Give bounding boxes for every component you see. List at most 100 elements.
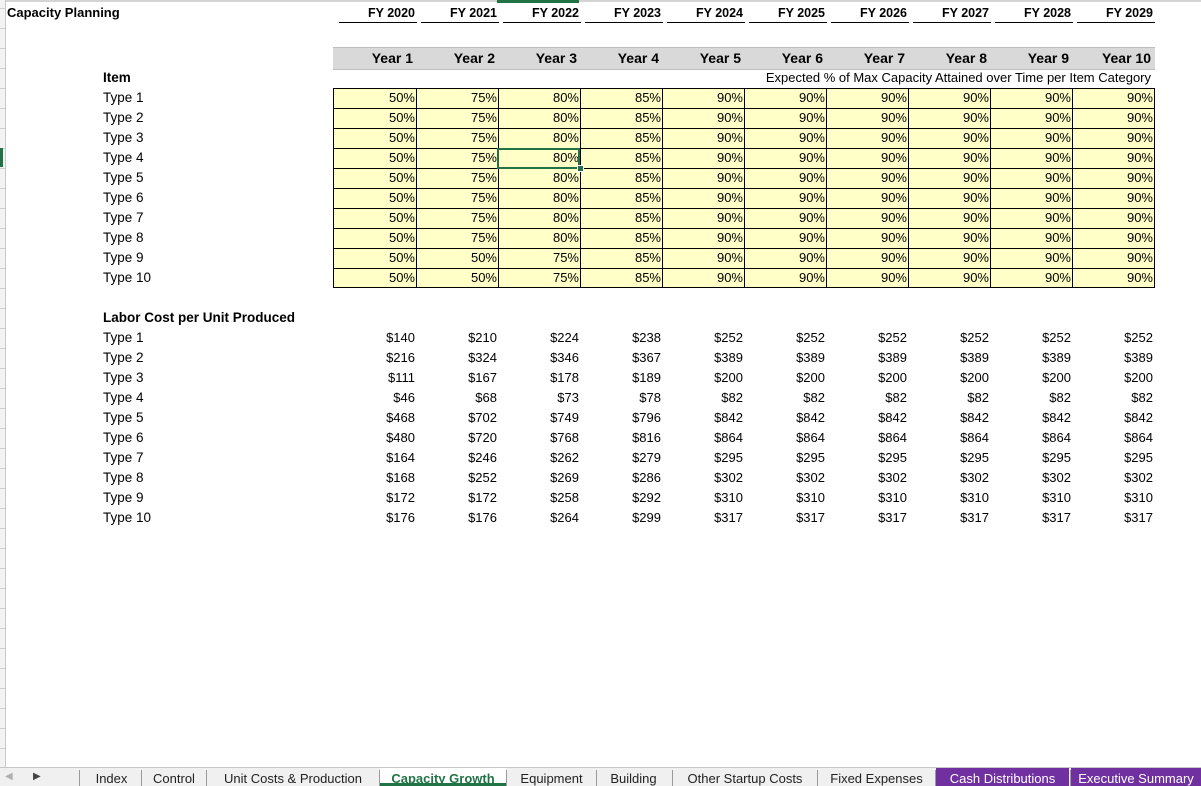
labor-cost-cell[interactable]: $702 (417, 408, 497, 428)
labor-cost-cell[interactable]: $864 (1073, 428, 1153, 448)
capacity-percent-cell[interactable]: 90% (991, 168, 1071, 188)
labor-row-label[interactable]: Type 10 (103, 508, 151, 528)
year-cell[interactable]: Year 6 (745, 48, 823, 68)
labor-cost-cell[interactable]: $295 (663, 448, 743, 468)
capacity-percent-cell[interactable]: 85% (581, 108, 661, 128)
sheet-tab-building[interactable]: Building (597, 768, 670, 786)
capacity-percent-cell[interactable]: 50% (335, 208, 415, 228)
labor-cost-cell[interactable]: $200 (827, 368, 907, 388)
labor-cost-cell[interactable]: $200 (991, 368, 1071, 388)
capacity-percent-cell[interactable]: 90% (663, 148, 743, 168)
labor-cost-cell[interactable]: $842 (663, 408, 743, 428)
labor-cost-cell[interactable]: $252 (417, 468, 497, 488)
capacity-percent-cell[interactable]: 90% (827, 188, 907, 208)
labor-row-label[interactable]: Type 7 (103, 448, 144, 468)
capacity-percent-cell[interactable]: 90% (827, 228, 907, 248)
capacity-percent-cell[interactable]: 85% (581, 228, 661, 248)
labor-cost-header[interactable]: Labor Cost per Unit Produced (103, 308, 295, 328)
labor-cost-cell[interactable]: $295 (991, 448, 1071, 468)
year-cell[interactable]: Year 2 (417, 48, 495, 68)
labor-cost-cell[interactable]: $176 (335, 508, 415, 528)
labor-cost-cell[interactable]: $200 (745, 368, 825, 388)
labor-cost-cell[interactable]: $172 (417, 488, 497, 508)
capacity-percent-cell[interactable]: 90% (991, 228, 1071, 248)
labor-cost-cell[interactable]: $389 (1073, 348, 1153, 368)
capacity-percent-cell[interactable]: 90% (827, 148, 907, 168)
labor-cost-cell[interactable]: $168 (335, 468, 415, 488)
capacity-row-label[interactable]: Type 9 (103, 248, 144, 268)
capacity-percent-cell[interactable]: 90% (663, 88, 743, 108)
capacity-percent-cell[interactable]: 90% (745, 208, 825, 228)
capacity-percent-cell[interactable]: 90% (745, 108, 825, 128)
labor-cost-cell[interactable]: $324 (417, 348, 497, 368)
labor-cost-cell[interactable]: $82 (745, 388, 825, 408)
capacity-percent-cell[interactable]: 90% (991, 248, 1071, 268)
capacity-percent-cell[interactable]: 90% (745, 188, 825, 208)
capacity-percent-cell[interactable]: 90% (991, 188, 1071, 208)
labor-cost-cell[interactable]: $468 (335, 408, 415, 428)
labor-cost-cell[interactable]: $286 (581, 468, 661, 488)
labor-cost-cell[interactable]: $842 (909, 408, 989, 428)
capacity-percent-cell[interactable]: 85% (581, 188, 661, 208)
labor-cost-cell[interactable]: $200 (909, 368, 989, 388)
labor-cost-cell[interactable]: $317 (745, 508, 825, 528)
capacity-percent-cell[interactable]: 50% (335, 168, 415, 188)
labor-cost-cell[interactable]: $200 (1073, 368, 1153, 388)
labor-cost-cell[interactable]: $295 (745, 448, 825, 468)
labor-cost-cell[interactable]: $224 (499, 328, 579, 348)
capacity-percent-cell[interactable]: 90% (745, 228, 825, 248)
sheet-tab-cash-distributions[interactable]: Cash Distributions (936, 768, 1069, 786)
sheet-title[interactable]: Capacity Planning (7, 5, 120, 20)
labor-cost-cell[interactable]: $346 (499, 348, 579, 368)
sheet-tab-executive-summary[interactable]: Executive Summary (1071, 768, 1201, 786)
labor-cost-cell[interactable]: $176 (417, 508, 497, 528)
sheet-tab-capacity-growth[interactable]: Capacity Growth (380, 768, 506, 786)
capacity-row-label[interactable]: Type 8 (103, 228, 144, 248)
fill-handle[interactable] (577, 165, 584, 172)
labor-cost-cell[interactable]: $82 (663, 388, 743, 408)
worksheet[interactable]: Capacity Planning FY 2020 FY 2021 FY 2022 F… (0, 0, 1201, 767)
labor-cost-cell[interactable]: $78 (581, 388, 661, 408)
labor-cost-cell[interactable]: $842 (745, 408, 825, 428)
capacity-percent-cell[interactable]: 75% (417, 88, 497, 108)
labor-cost-cell[interactable]: $816 (581, 428, 661, 448)
capacity-percent-cell[interactable]: 90% (909, 148, 989, 168)
labor-cost-cell[interactable]: $210 (417, 328, 497, 348)
capacity-percent-cell[interactable]: 85% (581, 248, 661, 268)
capacity-percent-cell[interactable]: 80% (499, 228, 579, 248)
fiscal-year-cell[interactable]: FY 2024 (663, 3, 743, 23)
labor-cost-cell[interactable]: $189 (581, 368, 661, 388)
sheet-tab-equipment[interactable]: Equipment (507, 768, 596, 786)
capacity-percent-cell[interactable]: 90% (991, 128, 1071, 148)
capacity-percent-cell[interactable]: 75% (499, 248, 579, 268)
sheet-tab-index[interactable]: Index (80, 768, 143, 786)
fiscal-year-cell[interactable]: FY 2020 (335, 3, 415, 23)
labor-cost-cell[interactable]: $317 (991, 508, 1071, 528)
labor-cost-cell[interactable]: $82 (1073, 388, 1153, 408)
capacity-percent-cell[interactable]: 90% (1073, 248, 1153, 268)
capacity-percent-cell[interactable]: 80% (499, 168, 579, 188)
capacity-percent-cell[interactable]: 90% (1073, 88, 1153, 108)
fiscal-year-cell[interactable]: FY 2026 (827, 3, 907, 23)
capacity-row-label[interactable]: Type 6 (103, 188, 144, 208)
capacity-percent-cell[interactable]: 90% (909, 128, 989, 148)
labor-cost-cell[interactable]: $864 (909, 428, 989, 448)
capacity-row-label[interactable]: Type 3 (103, 128, 144, 148)
capacity-percent-cell[interactable]: 80% (499, 108, 579, 128)
labor-cost-cell[interactable]: $302 (991, 468, 1071, 488)
year-cell[interactable]: Year 1 (335, 48, 413, 68)
capacity-percent-cell[interactable]: 85% (581, 168, 661, 188)
labor-cost-cell[interactable]: $279 (581, 448, 661, 468)
labor-cost-cell[interactable]: $768 (499, 428, 579, 448)
labor-cost-cell[interactable]: $82 (909, 388, 989, 408)
capacity-percent-cell[interactable]: 90% (909, 168, 989, 188)
labor-cost-cell[interactable]: $302 (909, 468, 989, 488)
capacity-percent-cell[interactable]: 90% (909, 248, 989, 268)
capacity-percent-cell[interactable]: 75% (417, 188, 497, 208)
capacity-percent-cell[interactable]: 90% (827, 208, 907, 228)
capacity-percent-cell[interactable]: 90% (1073, 228, 1153, 248)
labor-cost-cell[interactable]: $367 (581, 348, 661, 368)
sheet-tab-other-startup-costs[interactable]: Other Startup Costs (673, 768, 817, 786)
labor-cost-cell[interactable]: $262 (499, 448, 579, 468)
capacity-percent-cell[interactable]: 90% (909, 88, 989, 108)
